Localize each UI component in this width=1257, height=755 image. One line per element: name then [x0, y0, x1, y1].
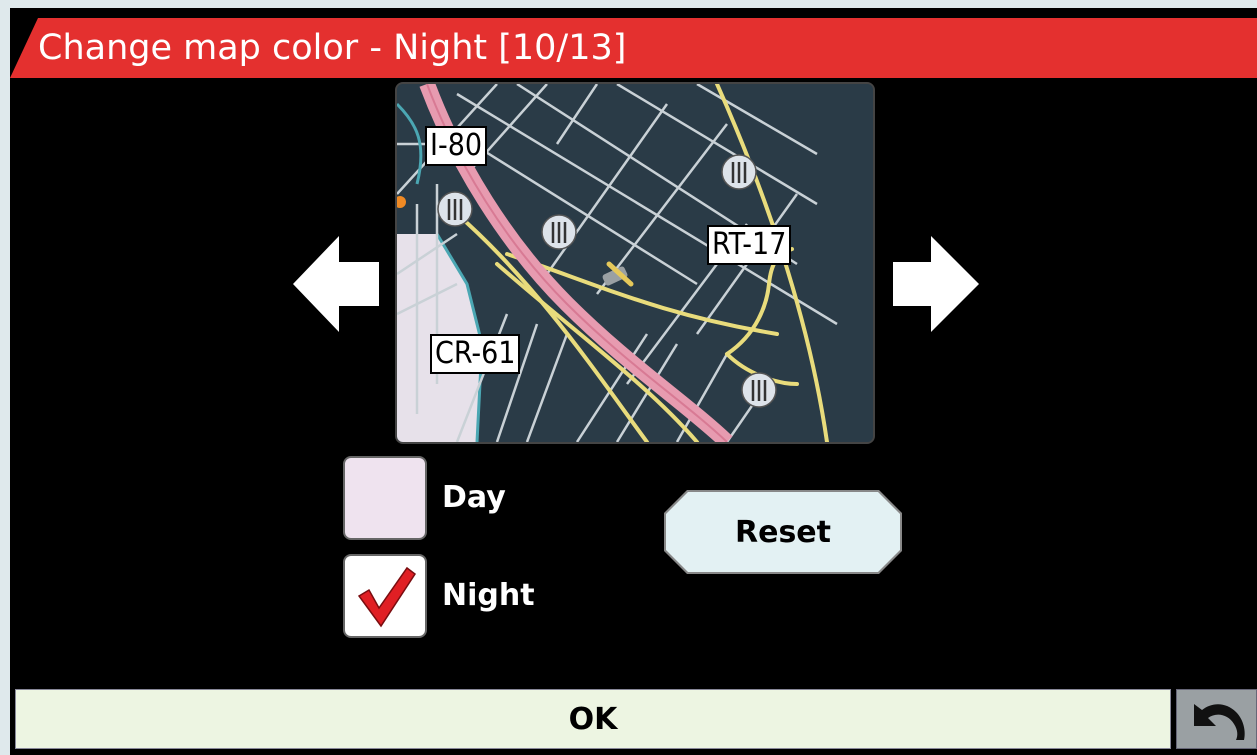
previous-button[interactable]	[293, 236, 381, 332]
undo-arrow-icon	[1193, 704, 1245, 740]
day-option-label: Day	[442, 480, 506, 515]
road-label-cr61: CR-61	[430, 334, 521, 374]
reset-button[interactable]: Reset	[666, 492, 900, 572]
night-checkbox[interactable]	[343, 554, 427, 638]
arrow-right-icon	[893, 236, 979, 332]
day-checkbox[interactable]	[343, 456, 427, 540]
road-label-rt17: RT-17	[707, 225, 792, 265]
next-button[interactable]	[891, 236, 979, 332]
night-option-label: Night	[442, 578, 535, 613]
restaurant-icon	[541, 214, 577, 250]
page-title: Change map color - Night [10/13]	[38, 28, 627, 68]
checkmark-icon	[357, 566, 417, 628]
arrow-left-icon	[293, 236, 379, 332]
restaurant-icon	[437, 191, 473, 227]
back-button[interactable]	[1176, 689, 1257, 749]
restaurant-icon	[741, 372, 777, 408]
road-label-i80: I-80	[425, 126, 488, 166]
ok-button[interactable]: OK	[15, 689, 1171, 749]
restaurant-icon	[721, 154, 757, 190]
map-preview: I-80 RT-17 CR-61	[397, 84, 873, 442]
